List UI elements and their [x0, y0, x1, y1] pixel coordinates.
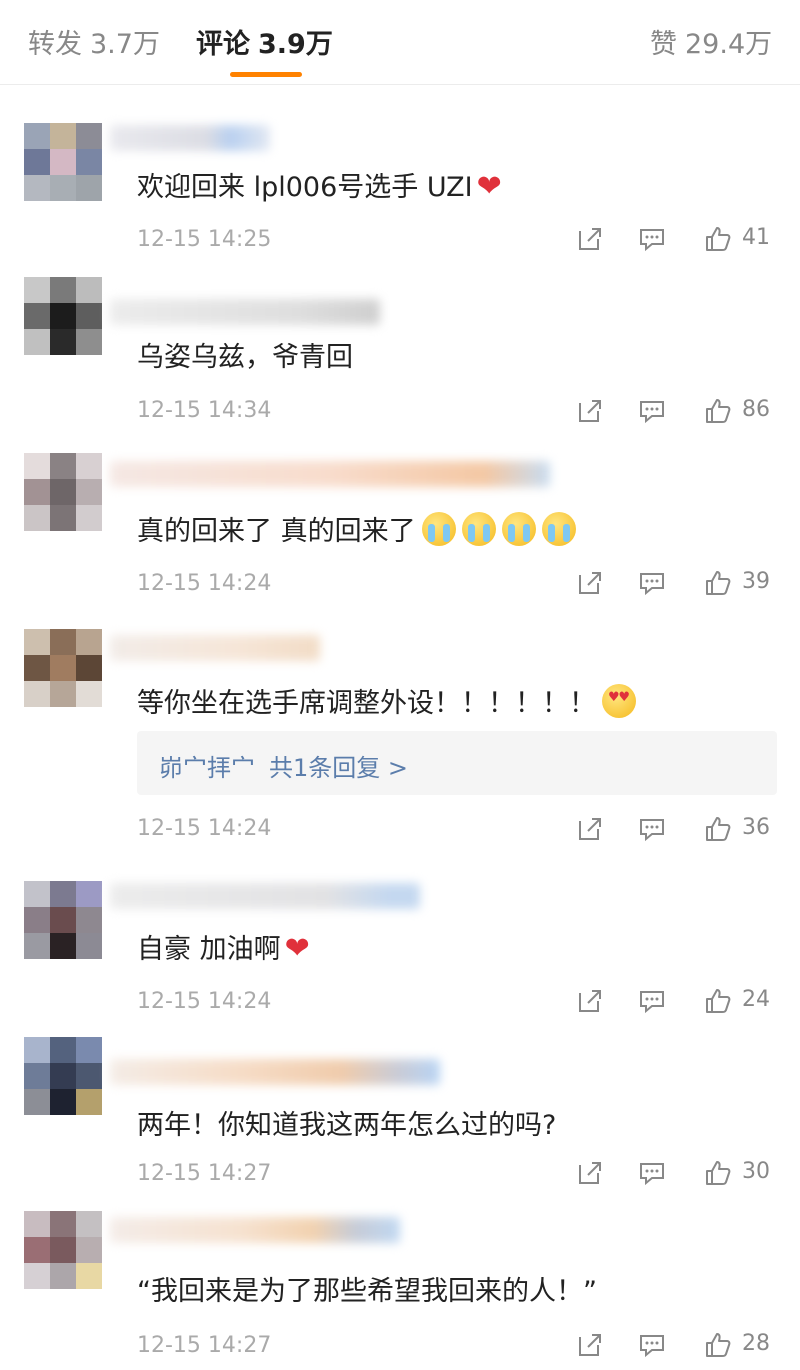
thumbs-up-icon[interactable]: [704, 225, 732, 253]
username-blurred[interactable]: [110, 461, 550, 487]
comment-actions: 30: [576, 1159, 776, 1189]
reply-count-link[interactable]: 共1条回复 >: [269, 754, 408, 782]
crying-emoji: [421, 512, 456, 546]
comment-text-content: 欢迎回来 lpl006号选手 UZI: [137, 172, 473, 203]
share-icon[interactable]: [576, 225, 604, 253]
username-blurred[interactable]: [110, 299, 380, 325]
comment-text-content: 等你坐在选手席调整外设！！！！！！: [137, 688, 596, 719]
share-icon[interactable]: [576, 1159, 604, 1187]
comment-actions: 86: [576, 397, 776, 427]
share-icon[interactable]: [576, 569, 604, 597]
comment-item: “我回来是为了那些希望我回来的人！” 12-15 14:27 28: [0, 1205, 800, 1370]
comment-text: 乌姿乌兹，爷青回: [137, 342, 353, 373]
username-blurred[interactable]: [110, 1059, 440, 1085]
tab-likes[interactable]: 赞 29.4万: [650, 22, 772, 61]
tab-repost[interactable]: 转发 3.7万: [28, 22, 160, 61]
comment-text: 两年！你知道我这两年怎么过的吗?: [137, 1110, 557, 1141]
comment-timestamp: 12-15 14:25: [137, 227, 272, 252]
red-heart-emoji: ❤: [476, 169, 502, 204]
avatar[interactable]: [24, 881, 102, 959]
tab-comments-label: 评论: [196, 29, 250, 60]
tab-likes-label: 赞: [650, 29, 677, 60]
comment-item: 等你坐在选手席调整外设！！！！！！ 峁宀拝宀共1条回复 > 12-15 14:2…: [0, 615, 800, 862]
comment-text: 等你坐在选手席调整外设！！！！！！: [137, 681, 636, 720]
like-count: 24: [742, 987, 770, 1012]
thumbs-up-icon[interactable]: [704, 569, 732, 597]
reply-preview-text: 峁宀拝宀 共1条回复 >: [159, 748, 408, 783]
thumbs-up-icon[interactable]: [704, 397, 732, 425]
comment-timestamp: 12-15 14:27: [137, 1161, 272, 1186]
avatar[interactable]: [24, 1211, 102, 1289]
crying-emoji: [541, 512, 576, 546]
tab-comments[interactable]: 评论 3.9万: [196, 22, 333, 61]
avatar[interactable]: [24, 629, 102, 707]
tab-comments-count: 3.9万: [258, 29, 333, 60]
share-icon[interactable]: [576, 815, 604, 843]
reply-author-name[interactable]: 峁宀拝宀: [159, 754, 255, 782]
comment-icon[interactable]: [638, 569, 666, 597]
thumbs-up-icon[interactable]: [704, 1159, 732, 1187]
tab-bar: 转发 3.7万 评论 3.9万 赞 29.4万: [0, 0, 800, 85]
like-count: 36: [742, 815, 770, 840]
comment-item: 自豪 加油啊 ❤ 12-15 14:24 24: [0, 861, 800, 1034]
comment-text: 自豪 加油啊 ❤: [137, 927, 310, 966]
comment-actions: 41: [576, 225, 776, 255]
heart-eyes-emoji: [602, 684, 636, 718]
thumbs-up-icon[interactable]: [704, 1331, 732, 1359]
comment-text: 欢迎回来 lpl006号选手 UZI ❤: [137, 165, 502, 204]
comment-timestamp: 12-15 14:24: [137, 989, 272, 1014]
comment-item: 真的回来了 真的回来了 12-15 14:24 39: [0, 443, 800, 616]
comment-actions: 39: [576, 569, 776, 599]
avatar[interactable]: [24, 123, 102, 201]
avatar[interactable]: [24, 1037, 102, 1115]
comment-actions: 24: [576, 987, 776, 1017]
active-tab-indicator: [230, 72, 302, 77]
reply-preview[interactable]: 峁宀拝宀 共1条回复 >: [137, 731, 777, 795]
like-count: 30: [742, 1159, 770, 1184]
comment-timestamp: 12-15 14:24: [137, 816, 272, 841]
comment-timestamp: 12-15 14:34: [137, 398, 272, 423]
share-icon[interactable]: [576, 397, 604, 425]
comment-icon[interactable]: [638, 1331, 666, 1359]
comment-item: 欢迎回来 lpl006号选手 UZI ❤ 12-15 14:25 41: [0, 85, 800, 272]
comment-text-content: 自豪 加油啊: [137, 934, 281, 965]
crying-emoji: [461, 512, 496, 546]
comment-text-content: 真的回来了 真的回来了: [137, 516, 416, 547]
crying-emoji: [501, 512, 536, 546]
thumbs-up-icon[interactable]: [704, 815, 732, 843]
like-count: 86: [742, 397, 770, 422]
username-blurred[interactable]: [110, 1217, 400, 1243]
comment-icon[interactable]: [638, 1159, 666, 1187]
comment-timestamp: 12-15 14:24: [137, 571, 272, 596]
comment-icon[interactable]: [638, 987, 666, 1015]
comment-timestamp: 12-15 14:27: [137, 1333, 272, 1358]
comment-item: 两年！你知道我这两年怎么过的吗? 12-15 14:27 30: [0, 1033, 800, 1206]
username-blurred[interactable]: [110, 883, 420, 909]
avatar[interactable]: [24, 453, 102, 531]
share-icon[interactable]: [576, 1331, 604, 1359]
tab-likes-count: 29.4万: [685, 29, 773, 60]
username-blurred[interactable]: [110, 125, 270, 151]
comment-text: “我回来是为了那些希望我回来的人！”: [137, 1276, 597, 1307]
like-count: 28: [742, 1331, 770, 1356]
comment-text: 真的回来了 真的回来了: [137, 509, 576, 548]
red-heart-emoji: ❤: [284, 931, 310, 966]
like-count: 39: [742, 569, 770, 594]
comment-icon[interactable]: [638, 225, 666, 253]
comment-actions: 36: [576, 815, 776, 845]
comment-icon[interactable]: [638, 815, 666, 843]
tab-repost-label: 转发: [28, 29, 82, 60]
tab-repost-count: 3.7万: [90, 29, 160, 60]
comment-actions: 28: [576, 1331, 776, 1361]
thumbs-up-icon[interactable]: [704, 987, 732, 1015]
like-count: 41: [742, 225, 770, 250]
share-icon[interactable]: [576, 987, 604, 1015]
avatar[interactable]: [24, 277, 102, 355]
comment-icon[interactable]: [638, 397, 666, 425]
username-blurred[interactable]: [110, 635, 320, 661]
comment-item: 乌姿乌兹，爷青回 12-15 14:34 86: [0, 271, 800, 444]
